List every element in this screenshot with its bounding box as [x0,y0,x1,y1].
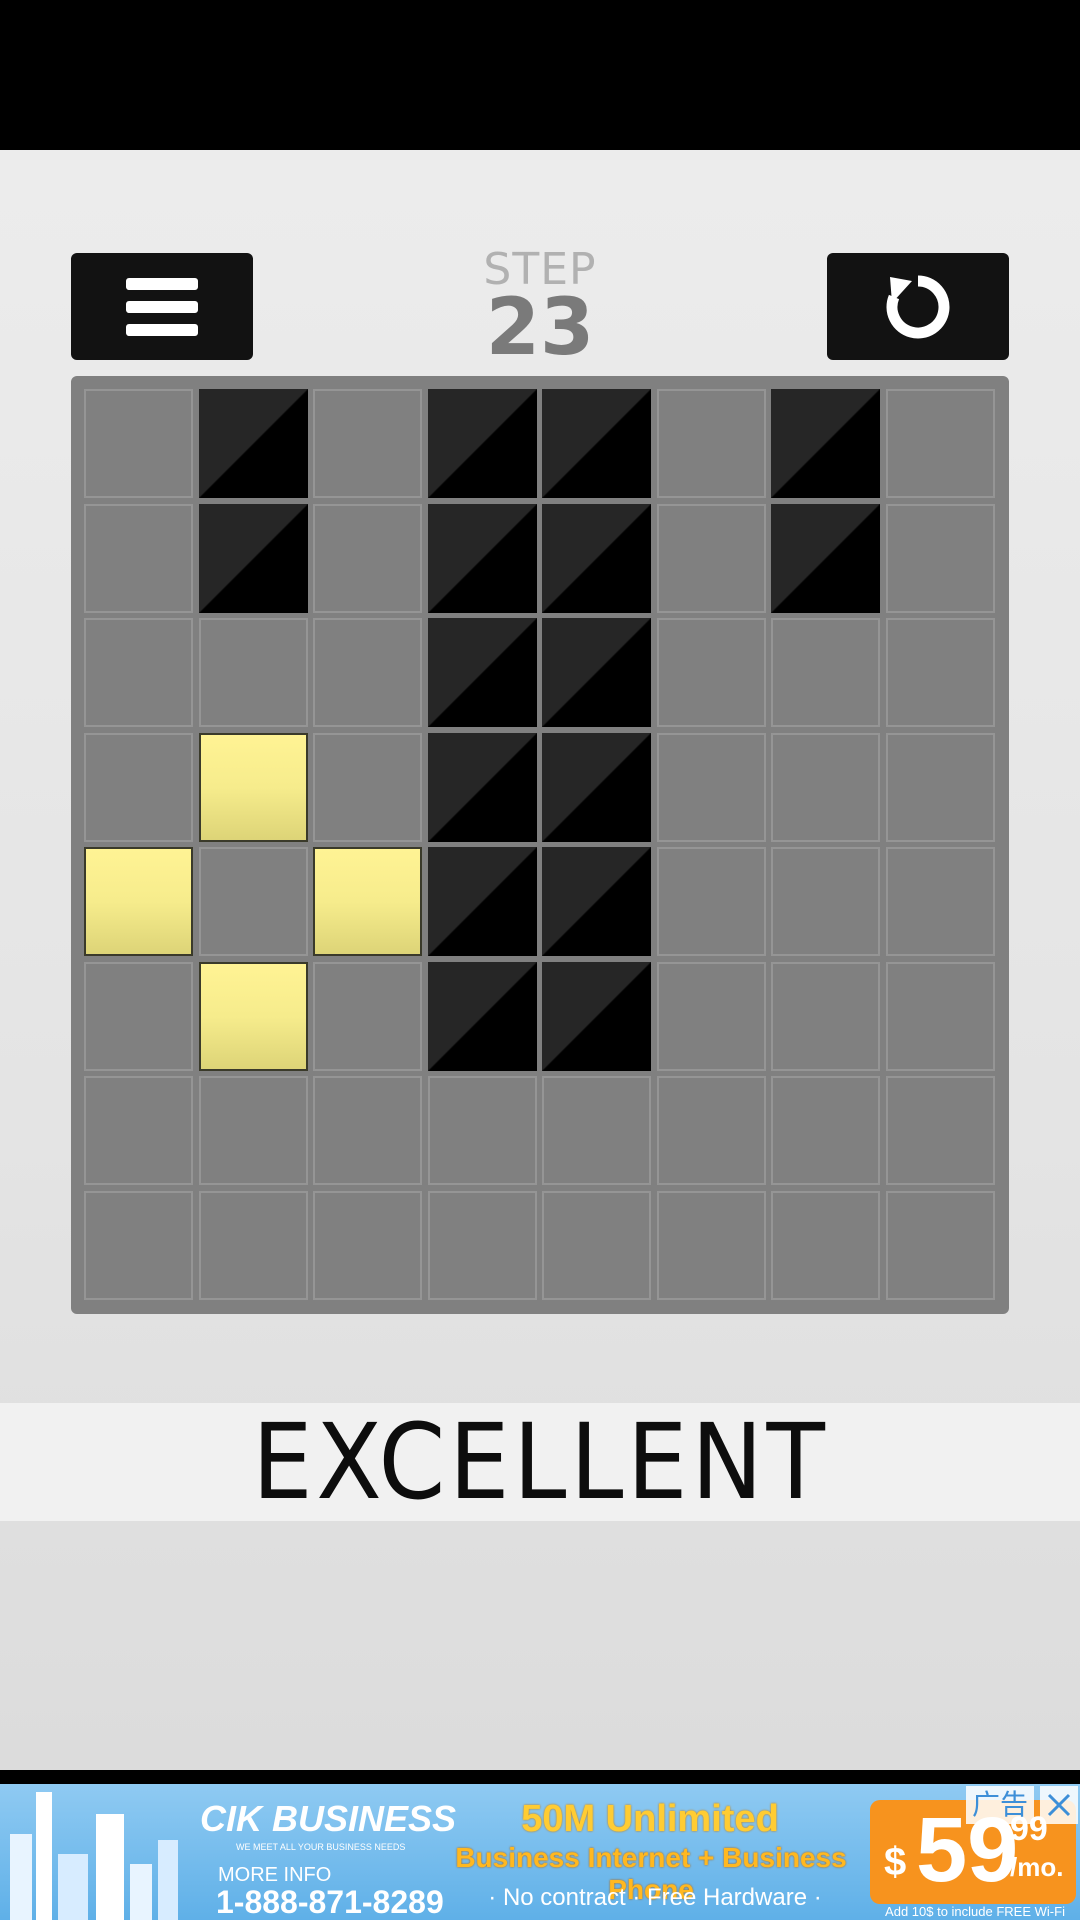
ad-details: · No contract · Free Hardware · [488,1884,822,1911]
board-cell-empty[interactable] [656,1076,766,1185]
ad-tagline: WE MEET ALL YOUR BUSINESS NEEDS [236,1842,406,1852]
board-cell-empty[interactable] [427,1076,537,1185]
step-count: 23 [485,283,595,373]
ad-banner[interactable]: CIK BUSINESS WE MEET ALL YOUR BUSINESS N… [0,1784,1080,1920]
board-cell-empty[interactable] [313,961,422,1071]
board-cell-black[interactable] [427,732,537,842]
board-cell-empty[interactable] [198,618,308,727]
board-cell-black[interactable] [542,503,651,613]
menu-button[interactable] [71,253,253,360]
board-cell-empty[interactable] [313,503,422,613]
board-cell-empty[interactable] [771,1076,880,1185]
ad-phone: 1-888-871-8289 [216,1884,444,1920]
board-cell-empty[interactable] [656,1190,766,1300]
board-cell-empty[interactable] [198,1190,308,1300]
board-cell-empty[interactable] [656,389,766,498]
board-cell-black[interactable] [427,389,537,498]
ad-price-note: Add 10$ to include FREE Wi-Fi [885,1904,1065,1919]
city-skyline-icon [10,1792,178,1920]
board-cell-empty[interactable] [427,1190,537,1300]
board-cell-yellow[interactable] [198,732,308,842]
board-cell-black[interactable] [542,732,651,842]
board-cell-empty[interactable] [313,389,422,498]
board-cell-empty[interactable] [313,618,422,727]
board-cell-empty[interactable] [84,732,193,842]
board-cell-black[interactable] [427,961,537,1071]
ad-price-unit: /mo. [1010,1852,1064,1882]
board-cell-black[interactable] [771,389,880,498]
board-cell-black[interactable] [198,503,308,613]
board-cell-yellow[interactable] [313,847,422,956]
status-bar [0,0,1080,150]
board-cell-empty[interactable] [885,618,995,727]
board-cell-empty[interactable] [84,618,193,727]
board-cell-yellow[interactable] [198,961,308,1071]
board-cell-black[interactable] [542,847,651,956]
restart-icon [886,275,950,338]
ad-close-button[interactable] [1040,1786,1078,1824]
board-cell-empty[interactable] [542,1190,651,1300]
board-cell-black[interactable] [427,847,537,956]
board-cell-empty[interactable] [198,1076,308,1185]
close-icon [1047,1793,1071,1817]
ad-headline: 50M Unlimited [521,1798,779,1840]
board-cell-black[interactable] [771,503,880,613]
board-cell-empty[interactable] [656,847,766,956]
board-cell-empty[interactable] [885,732,995,842]
game-board [71,376,1009,1314]
board-cell-empty[interactable] [885,1190,995,1300]
board-cell-empty[interactable] [771,732,880,842]
board-cell-empty[interactable] [313,1190,422,1300]
board-cell-empty[interactable] [885,961,995,1071]
board-cell-empty[interactable] [771,961,880,1071]
board-cell-empty[interactable] [313,1076,422,1185]
menu-icon [126,277,198,336]
board-cell-empty[interactable] [84,503,193,613]
board-cell-black[interactable] [198,389,308,498]
board-cell-empty[interactable] [771,847,880,956]
ad-badge: 广告 [966,1786,1035,1824]
board-cell-empty[interactable] [771,1190,880,1300]
result-text: EXCELLENT [251,1401,829,1523]
board-cell-black[interactable] [427,618,537,727]
restart-button[interactable] [827,253,1009,360]
board-cell-black[interactable] [542,618,651,727]
board-cell-empty[interactable] [84,1076,193,1185]
board-cell-empty[interactable] [885,847,995,956]
board-cell-empty[interactable] [656,961,766,1071]
ad-brand: CIK BUSINESS [200,1798,457,1839]
board-cell-empty[interactable] [84,961,193,1071]
board-cell-yellow[interactable] [84,847,193,956]
board-cell-empty[interactable] [198,847,308,956]
board-cell-empty[interactable] [885,503,995,613]
board-cell-empty[interactable] [542,1076,651,1185]
board-cell-empty[interactable] [656,503,766,613]
board-cell-black[interactable] [427,503,537,613]
ad-price-currency: $ [884,1840,907,1884]
board-cell-black[interactable] [542,389,651,498]
board-cell-empty[interactable] [84,389,193,498]
board-cell-black[interactable] [542,961,651,1071]
board-cell-empty[interactable] [313,732,422,842]
board-cell-empty[interactable] [656,618,766,727]
board-cell-empty[interactable] [771,618,880,727]
board-cell-empty[interactable] [885,1076,995,1185]
board-cell-empty[interactable] [885,389,995,498]
result-banner: EXCELLENT [0,1401,1080,1523]
board-cell-empty[interactable] [84,1190,193,1300]
board-cell-empty[interactable] [656,732,766,842]
